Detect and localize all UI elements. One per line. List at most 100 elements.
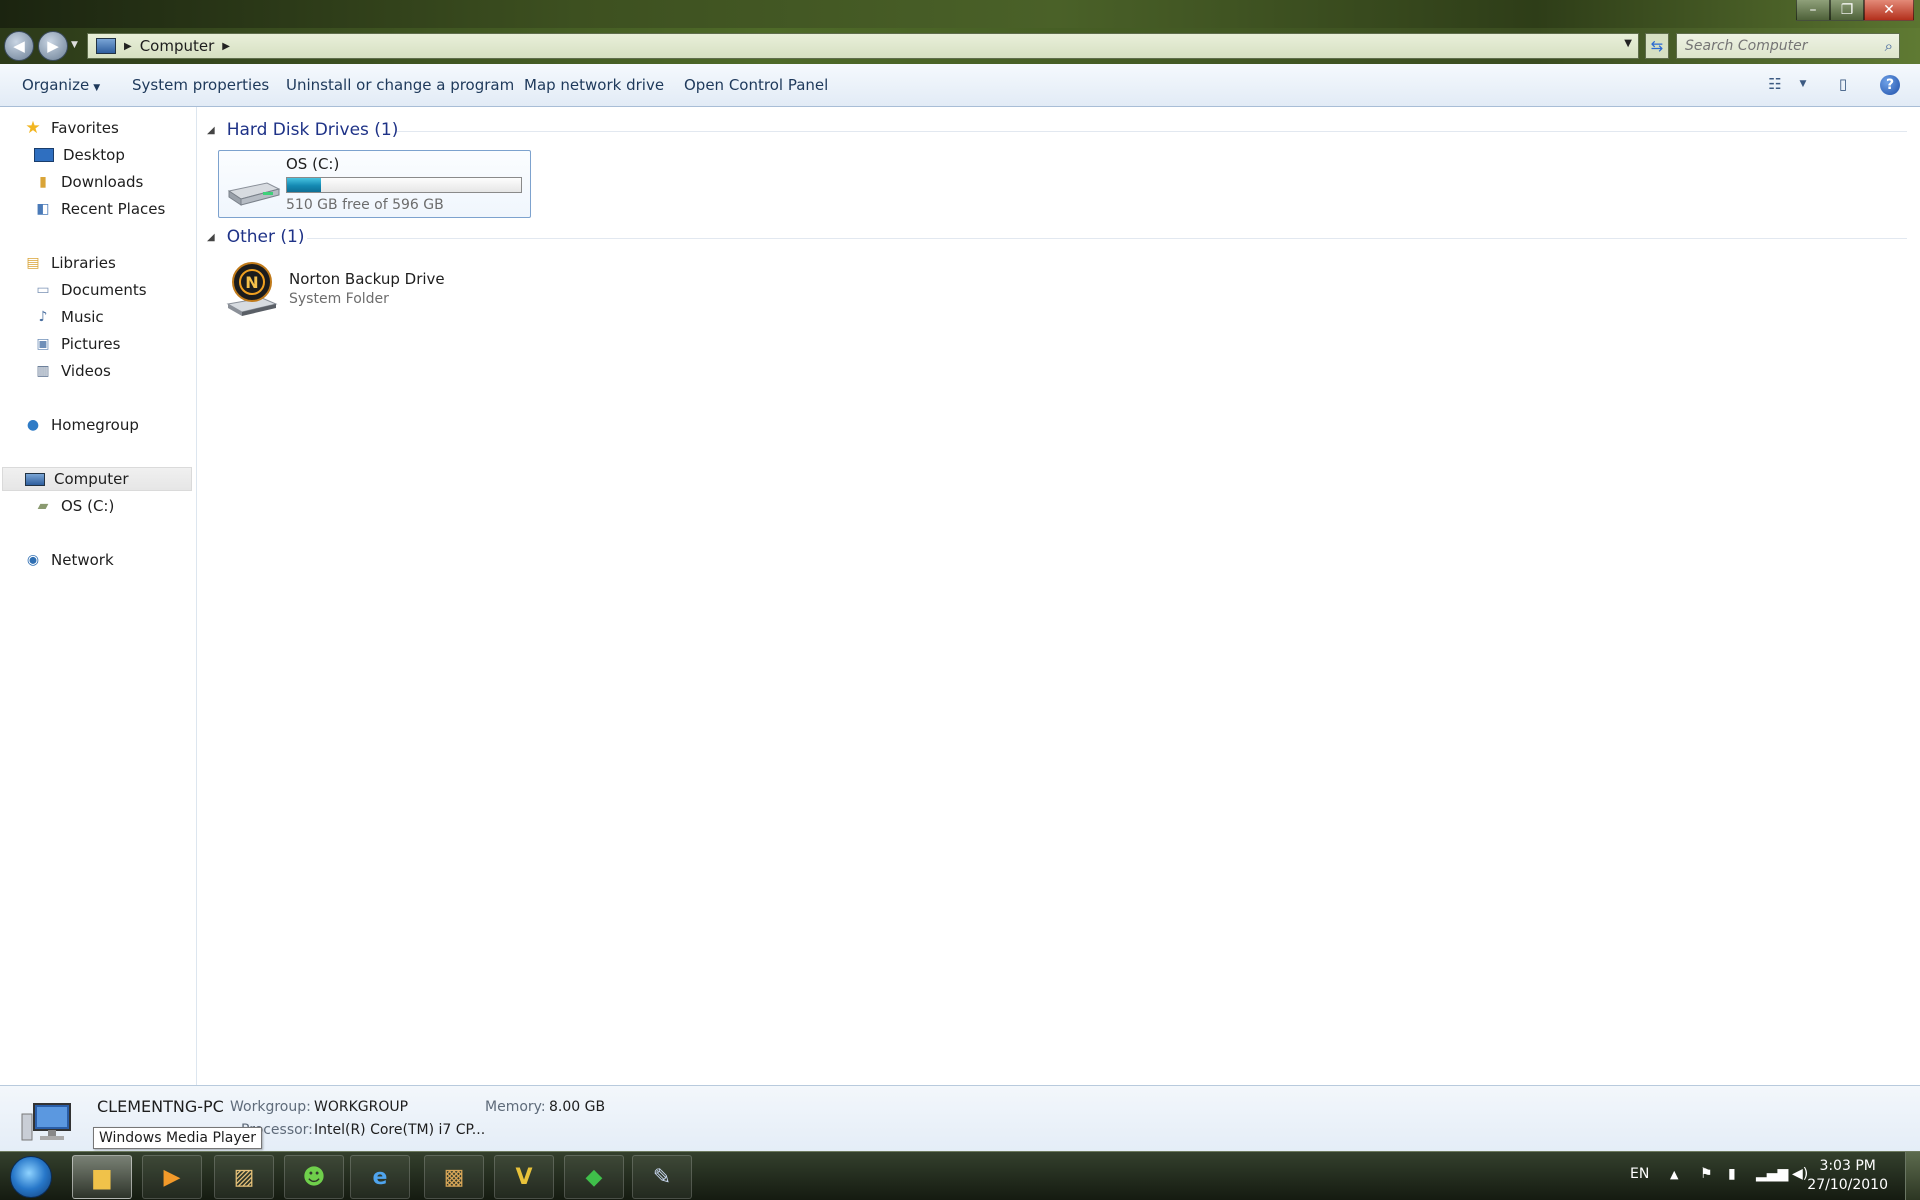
memory-value: 8.00 GB [549, 1099, 606, 1115]
recent-places-icon: ◧ [36, 201, 50, 217]
show-hidden-icons-icon[interactable]: ▲ [1670, 1168, 1678, 1181]
navigation-pane: ★ Favorites Desktop ▮ Downloads ◧ Recent… [0, 107, 197, 1085]
map-network-drive-button[interactable]: Map network drive [524, 76, 664, 94]
v-app-icon: V [515, 1164, 533, 1190]
language-indicator[interactable]: EN [1630, 1166, 1649, 1182]
drive-free-space: 510 GB free of 596 GB [286, 197, 444, 213]
group-header-other[interactable]: ◢ Other (1) [207, 227, 305, 247]
sidebar-item-label: Downloads [61, 173, 144, 191]
clock[interactable]: 3:03 PM 27/10/2010 [1807, 1157, 1888, 1195]
address-field[interactable]: ▶ Computer ▶ ▼ [87, 33, 1639, 59]
sidebar-item-label: Videos [61, 362, 111, 380]
workgroup-label: Workgroup: [230, 1099, 311, 1115]
documents-icon: ▭ [36, 282, 50, 298]
search-input[interactable] [1677, 34, 1877, 58]
sidebar-item-label: Libraries [51, 254, 116, 272]
sidebar-item-network[interactable]: ◉ Network [24, 551, 114, 569]
change-view-icon[interactable]: ☷ [1764, 74, 1786, 94]
minimize-button[interactable]: – [1796, 0, 1830, 21]
taskbar-media-player-button[interactable]: ▶ [142, 1155, 202, 1199]
action-center-flag-icon[interactable]: ⚑ [1700, 1166, 1713, 1182]
app-icon: ▩ [443, 1164, 465, 1190]
back-button[interactable]: ◀ [4, 31, 34, 61]
taskbar-explorer-button[interactable]: ▆ [72, 1155, 132, 1199]
drive-tile-os-c[interactable]: OS (C:) 510 GB free of 596 GB [218, 150, 531, 218]
sidebar-item-pictures[interactable]: ▣ Pictures [34, 335, 120, 353]
sidebar-item-label: Computer [54, 470, 129, 488]
open-control-panel-button[interactable]: Open Control Panel [684, 76, 828, 94]
breadcrumb-computer[interactable]: Computer [140, 37, 215, 55]
pictures-icon: ▣ [36, 336, 50, 352]
title-bar: – ❐ ✕ [0, 0, 1920, 28]
clock-date: 27/10/2010 [1807, 1177, 1888, 1193]
network-signal-icon[interactable]: ▂▄▆ [1756, 1166, 1788, 1182]
power-icon[interactable]: ▮ [1728, 1166, 1736, 1182]
uninstall-program-button[interactable]: Uninstall or change a program [286, 76, 514, 94]
sidebar-item-desktop[interactable]: Desktop [34, 146, 125, 164]
show-desktop-button[interactable] [1905, 1152, 1920, 1200]
taskbar-sims-button[interactable]: ◆ [564, 1155, 624, 1199]
search-icon[interactable]: ⌕ [1885, 37, 1893, 55]
maximize-button[interactable]: ❐ [1830, 0, 1864, 21]
group-divider [307, 238, 1907, 239]
view-options-dropdown-icon[interactable]: ▼ [1792, 74, 1814, 94]
memory-label: Memory: [485, 1099, 546, 1115]
sidebar-item-recent-places[interactable]: ◧ Recent Places [34, 200, 165, 218]
photo-app-icon: ▨ [233, 1164, 255, 1190]
taskbar-paint-button[interactable]: ✎ [632, 1155, 692, 1199]
norton-backup-drive-icon[interactable]: N [222, 260, 282, 318]
group-title: Hard Disk Drives (1) [226, 120, 399, 140]
sidebar-item-os-c[interactable]: ▰ OS (C:) [34, 497, 115, 515]
group-header-hard-disk-drives[interactable]: ◢ Hard Disk Drives (1) [207, 120, 399, 140]
address-bar-area: ◀ ▶ ▼ ▶ Computer ▶ ▼ ⇆ ⌕ [0, 28, 1920, 64]
drive-name: OS (C:) [286, 155, 340, 173]
chevron-right-icon[interactable]: ▶ [124, 41, 132, 52]
collapse-triangle-icon[interactable]: ◢ [207, 125, 215, 136]
forward-arrow-icon: ▶ [47, 37, 59, 55]
help-icon[interactable]: ? [1880, 75, 1900, 95]
sidebar-item-label: Recent Places [61, 200, 166, 218]
sidebar-item-documents[interactable]: ▭ Documents [34, 281, 146, 299]
workgroup-value: WORKGROUP [314, 1099, 409, 1115]
collapse-triangle-icon[interactable]: ◢ [207, 232, 215, 243]
taskbar-internet-explorer-button[interactable]: e [350, 1155, 410, 1199]
drive-icon: ▰ [37, 498, 49, 514]
folder-icon: ▆ [93, 1164, 111, 1190]
sidebar-item-libraries[interactable]: ▤ Libraries [24, 254, 116, 272]
preview-pane-icon[interactable]: ▯ [1832, 74, 1854, 94]
taskbar-messenger-button[interactable]: ☻ [284, 1155, 344, 1199]
norton-backup-drive-name[interactable]: Norton Backup Drive [289, 270, 445, 288]
homegroup-icon: ● [26, 417, 40, 433]
sidebar-item-downloads[interactable]: ▮ Downloads [34, 173, 143, 191]
taskbar-photo-app-button[interactable]: ▨ [214, 1155, 274, 1199]
taskbar-v-app-button[interactable]: V [494, 1155, 554, 1199]
svg-text:N: N [245, 273, 258, 292]
taskbar-app-button[interactable]: ▩ [424, 1155, 484, 1199]
music-icon: ♪ [38, 309, 48, 325]
system-properties-button[interactable]: System properties [132, 76, 269, 94]
chevron-down-icon: ▼ [93, 83, 101, 93]
network-icon: ◉ [26, 552, 40, 568]
content-pane: ◢ Hard Disk Drives (1) OS (C:) 510 GB fr… [197, 107, 1920, 1085]
taskbar: ▆ ▶ ▨ ☻ e ▩ V ◆ ✎ EN ▲ ⚑ ▮ ▂▄▆ ◀) 3:03 P… [0, 1151, 1920, 1200]
chevron-right-icon[interactable]: ▶ [222, 41, 230, 52]
star-icon: ★ [25, 118, 41, 138]
group-title: Other (1) [226, 227, 305, 247]
sidebar-item-homegroup[interactable]: ● Homegroup [24, 416, 139, 434]
clock-time: 3:03 PM [1819, 1158, 1876, 1174]
volume-icon[interactable]: ◀) [1792, 1166, 1808, 1182]
forward-button[interactable]: ▶ [38, 31, 68, 61]
command-bar: Organize ▼ System properties Uninstall or… [0, 64, 1920, 107]
search-box: ⌕ [1676, 33, 1900, 59]
organize-button[interactable]: Organize ▼ [22, 76, 100, 94]
sidebar-item-music[interactable]: ♪ Music [34, 308, 104, 326]
recent-pages-dropdown[interactable]: ▼ [71, 40, 78, 50]
close-button[interactable]: ✕ [1864, 0, 1914, 21]
sidebar-item-computer[interactable]: Computer [2, 467, 192, 491]
downloads-folder-icon: ▮ [39, 174, 47, 190]
start-button[interactable] [10, 1156, 52, 1198]
address-dropdown-icon[interactable]: ▼ [1624, 38, 1632, 49]
sidebar-item-videos[interactable]: ▥ Videos [34, 362, 111, 380]
refresh-button[interactable]: ⇆ [1645, 33, 1669, 59]
sidebar-item-favorites[interactable]: ★ Favorites [24, 118, 118, 138]
